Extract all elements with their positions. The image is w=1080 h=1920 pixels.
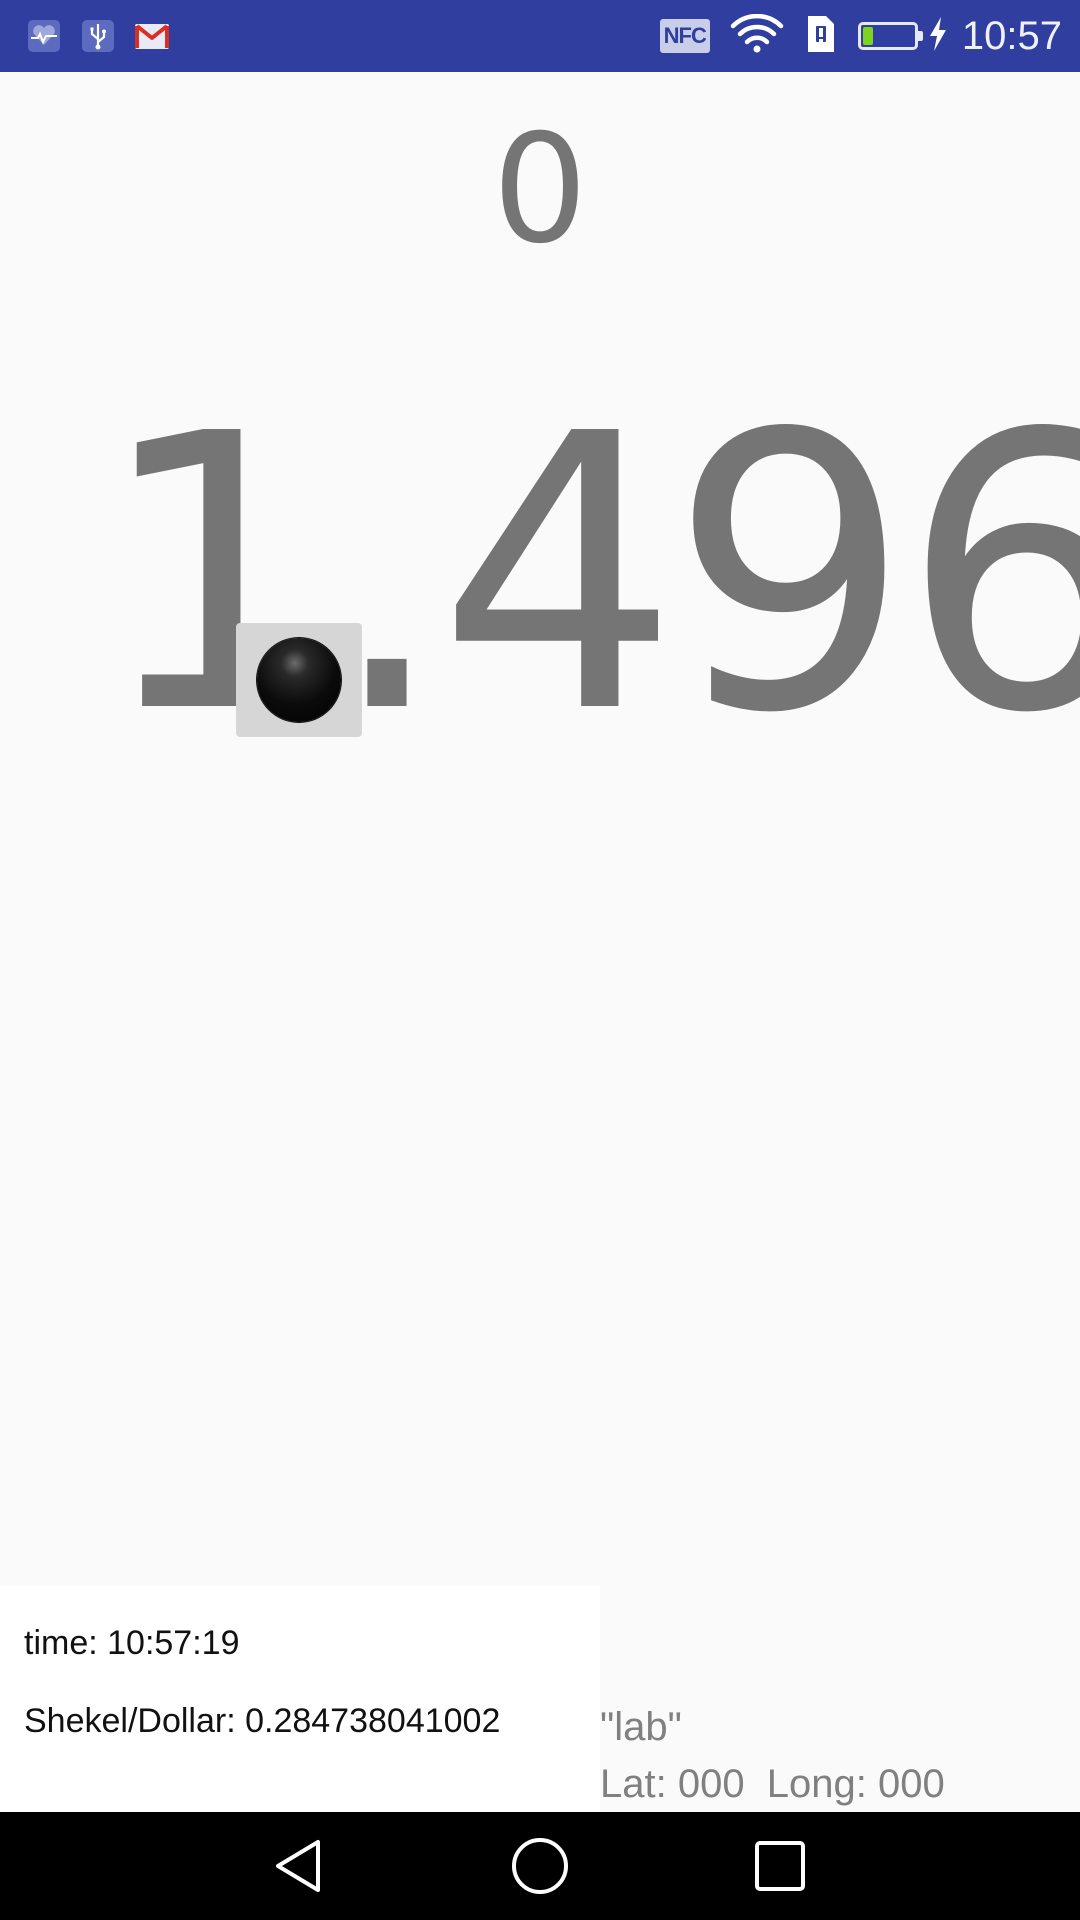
navigation-bar [0,1812,1080,1920]
recents-icon[interactable] [750,1836,810,1896]
gmail-icon [134,18,170,54]
coordinates-text: Lat: 000 Long: 000 [600,1762,945,1806]
info-panel: time: 10:57:19 Shekel/Dollar: 0.28473804… [0,1586,600,1812]
black-ball-icon [257,638,341,722]
rate-text: Shekel/Dollar: 0.284738041002 [24,1702,501,1740]
sim-alert-icon [804,14,838,59]
charging-icon [928,16,948,57]
home-icon[interactable] [510,1836,570,1896]
nfc-icon: NFC [659,19,710,53]
battery-icon: 19 [857,22,923,50]
status-bar: NFC 19 10:57 [0,0,1080,72]
status-clock: 10:57 [961,13,1062,58]
usb-icon [80,18,116,54]
health-icon [26,18,62,54]
back-icon[interactable] [270,1836,330,1896]
app-screen: NFC 19 10:57 0 1.496 time: 10:57:19 Shek… [0,0,1080,1920]
counter-display: 0 [492,103,588,277]
wifi-icon [730,13,784,59]
location-name: "lab" [600,1705,682,1749]
system-icons: NFC 19 10:57 [659,12,1062,60]
notification-icons [26,18,170,54]
ball-button[interactable] [236,623,362,737]
battery-level: 19 [875,23,901,48]
time-text: time: 10:57:19 [24,1624,240,1662]
